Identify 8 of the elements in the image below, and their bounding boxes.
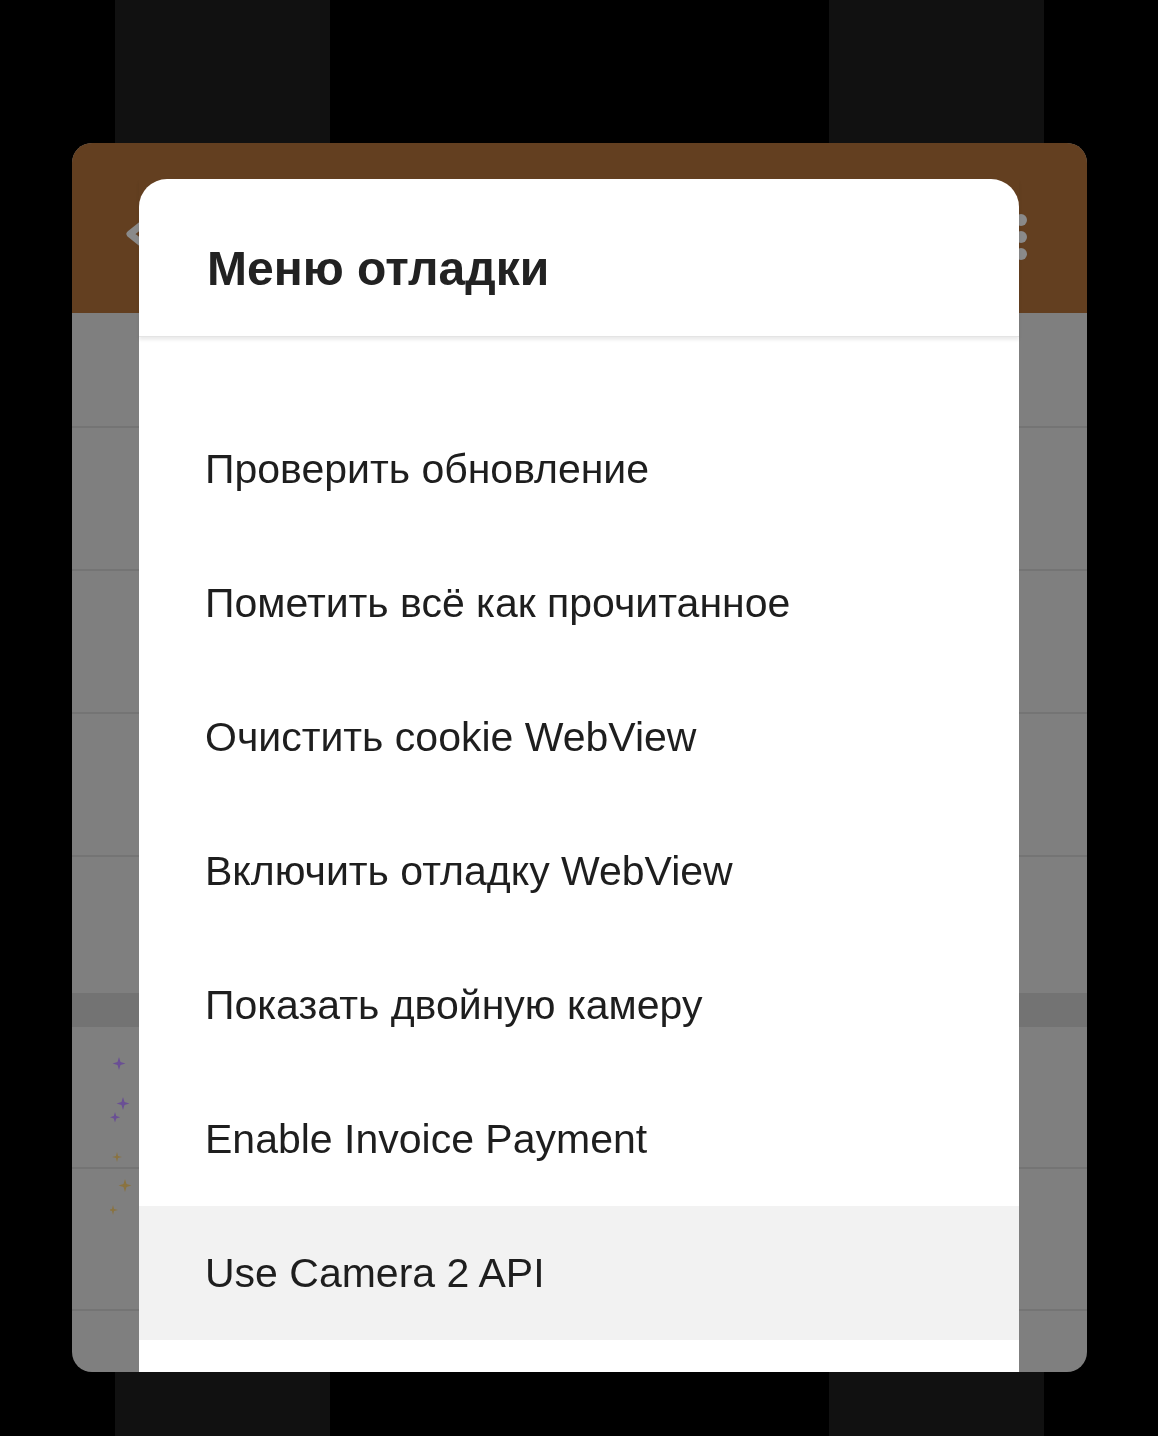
menu-item[interactable]: Проверить обновление <box>139 402 1019 536</box>
dialog-title: Меню отладки <box>139 179 1019 337</box>
menu-item[interactable]: Enable Invoice Payment <box>139 1072 1019 1206</box>
menu-item[interactable]: Показать двойную камеру <box>139 938 1019 1072</box>
menu-item[interactable]: Use Camera 2 API <box>139 1206 1019 1340</box>
menu-item[interactable]: Очистить cookie WebView <box>139 670 1019 804</box>
menu-item[interactable]: Включить отладку WebView <box>139 804 1019 938</box>
menu-item[interactable]: Пометить всё как прочитанное <box>139 536 1019 670</box>
